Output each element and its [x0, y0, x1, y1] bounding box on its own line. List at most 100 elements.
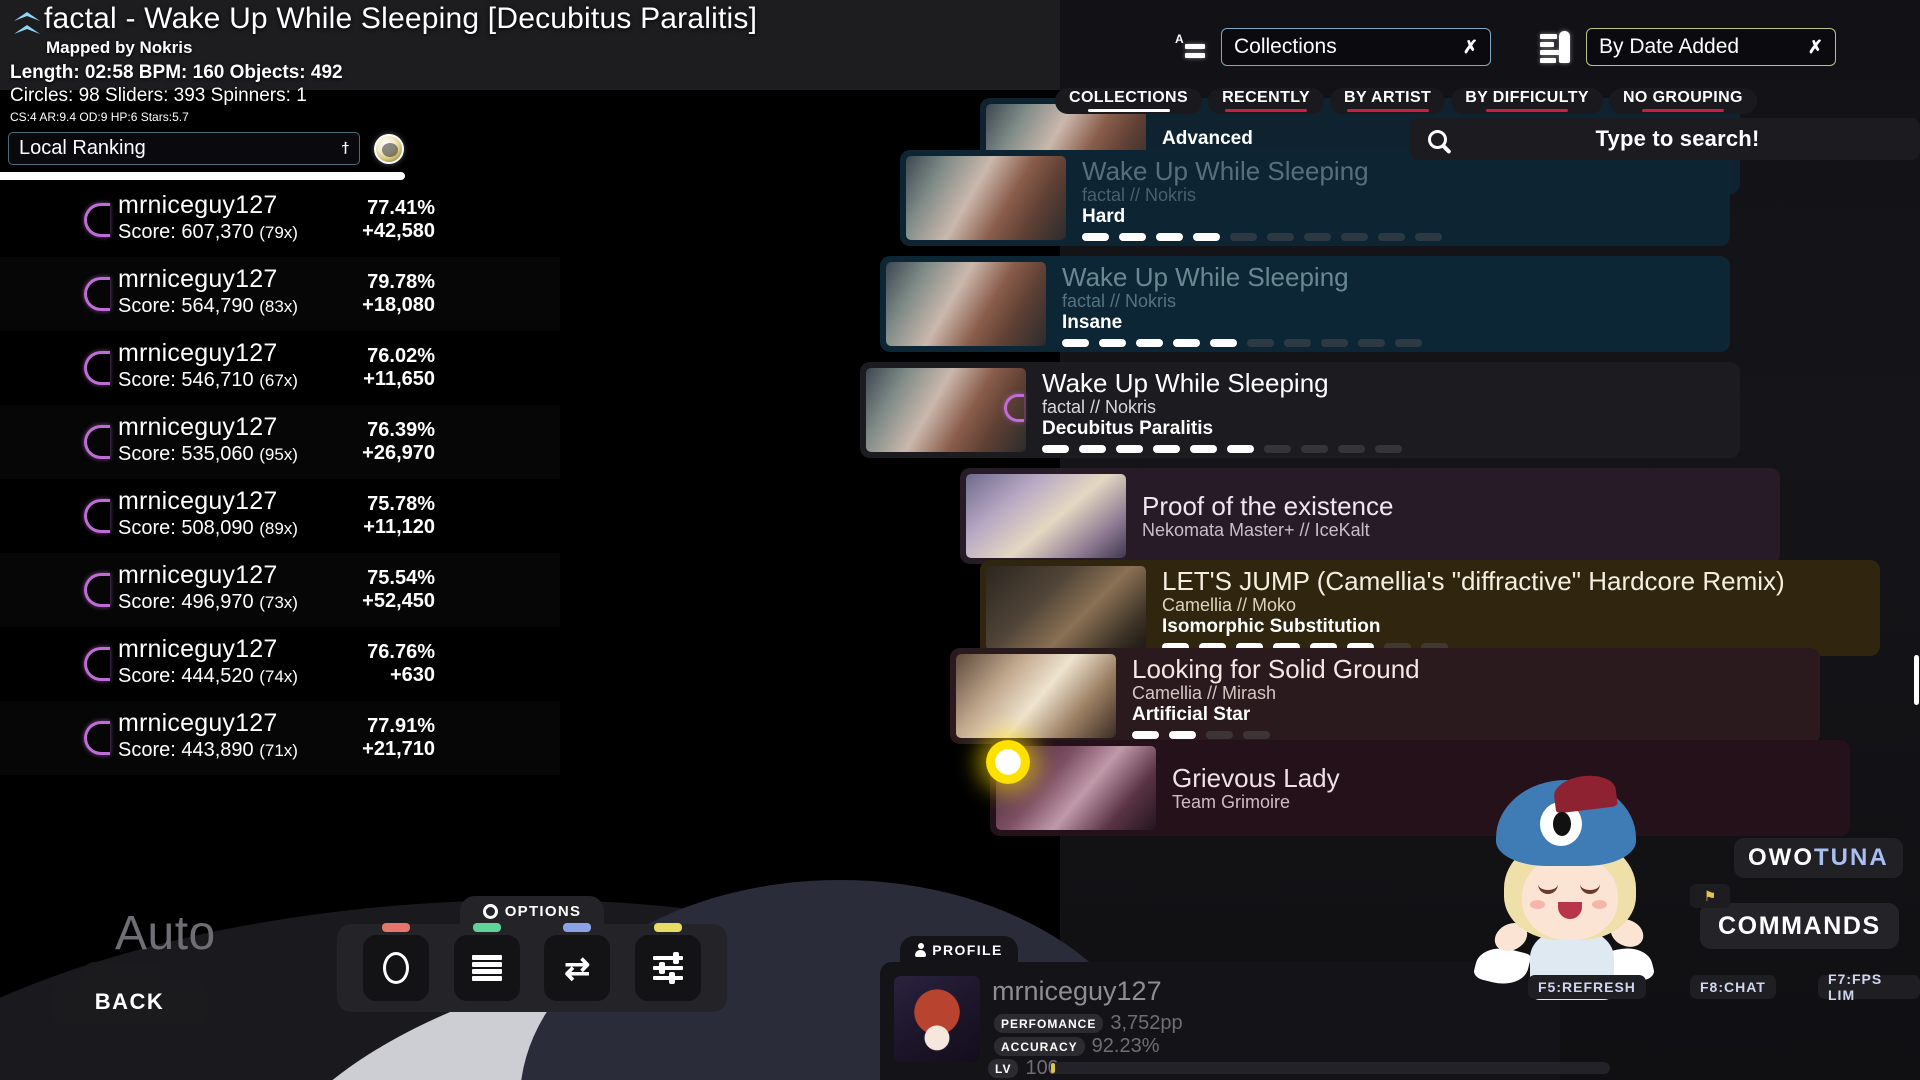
beatmap-artist: factal // Nokris: [1042, 396, 1157, 417]
carousel-item-selected[interactable]: Wake Up While Sleeping factal // Nokris De…: [860, 362, 1740, 458]
grade-icon: [84, 721, 110, 755]
fkey-refresh[interactable]: F5:REFRESH: [1528, 975, 1646, 999]
shuffle-button[interactable]: ⇄: [544, 923, 611, 1001]
score-player: mrniceguy127: [118, 265, 278, 293]
beatmap-title: Wake Up While Sleeping: [1042, 367, 1329, 398]
carousel-item[interactable]: Grievous Lady Team Grimoire: [990, 740, 1850, 836]
sliders-button[interactable]: [634, 923, 701, 1001]
score-accuracy: 77.41%: [367, 197, 435, 219]
score-player: mrniceguy127: [118, 561, 278, 589]
sort-alpha-icon: A: [1175, 31, 1209, 63]
carousel-item[interactable]: Wake Up While Sleeping factal // Nokris In…: [880, 256, 1730, 352]
mods-button[interactable]: [363, 923, 430, 1001]
carousel-item[interactable]: LET'S JUMP (Camellia's "diffractive" Har…: [980, 560, 1880, 656]
auto-watermark: Auto: [115, 907, 216, 960]
score-row[interactable]: mrniceguy127 Score: 508,090 (89x) 75.78% +1…: [0, 479, 560, 553]
level-label: LV: [988, 1059, 1019, 1078]
grade-icon: [1004, 393, 1024, 422]
score-row[interactable]: mrniceguy127 Score: 444,520 (74x) 76.76% +6…: [0, 627, 560, 701]
score-value: Score: 444,520 (74x): [118, 665, 298, 687]
beatmap-thumbnail: [886, 262, 1046, 346]
score-row[interactable]: mrniceguy127 Score: 496,970 (73x) 75.54% +5…: [0, 553, 560, 627]
beatmap-meta: LET'S JUMP (Camellia's "diffractive" Har…: [1162, 566, 1785, 651]
random-button[interactable]: [453, 923, 520, 1001]
back-button-label: BACK: [94, 989, 165, 1014]
chevron-down-icon: ✗: [1807, 36, 1823, 57]
options-dock-label: OPTIONS: [504, 902, 582, 920]
score-player: mrniceguy127: [118, 191, 278, 219]
carousel-item[interactable]: Proof of the existence Nekomata Master+ /…: [960, 468, 1780, 564]
score-row[interactable]: mrniceguy127 Score: 443,890 (71x) 77.91% +2…: [0, 701, 560, 775]
accuracy-value: 92.23%: [1091, 1035, 1160, 1057]
grade-icon: [84, 499, 110, 533]
sort-bars-icon: [1540, 31, 1574, 63]
owotuna-brand-first: OWO: [1748, 844, 1814, 871]
score-row[interactable]: mrniceguy127 Score: 546,710 (67x) 76.02% +1…: [0, 331, 560, 405]
carousel-item[interactable]: Looking for Solid Ground Camellia // Mira…: [950, 648, 1820, 744]
beatmap-artist: Camellia // Mirash: [1132, 682, 1277, 703]
sliders-pip: [653, 923, 682, 932]
score-row[interactable]: mrniceguy127 Score: 607,370 (79x) 77.41% +4…: [0, 183, 560, 257]
score-value: Score: 564,790 (83x): [118, 295, 298, 317]
score-row[interactable]: mrniceguy127 Score: 564,790 (83x) 79.78% +1…: [0, 257, 560, 331]
collapse-chevron-icon[interactable]: [10, 8, 44, 44]
beatmap-meta: Proof of the existence Nekomata Master+ /…: [1142, 491, 1393, 541]
fkey-chat[interactable]: F8:CHAT: [1690, 975, 1776, 999]
beatmap-artist: factal // Nokris: [1062, 290, 1177, 311]
mapper-label: Mapped by Nokris: [46, 38, 193, 57]
accuracy-label: ACCURACY: [994, 1037, 1085, 1056]
group-by-value: Collections: [1234, 35, 1337, 58]
beatmap-difficulty: Hard: [1082, 205, 1126, 227]
owotuna-brand-second: TUNA: [1814, 844, 1889, 871]
beatmap-info-header: factal - Wake Up While Sleeping [Decubit…: [0, 0, 900, 125]
score-player: mrniceguy127: [118, 339, 278, 367]
commands-button[interactable]: COMMANDS: [1700, 903, 1899, 949]
search-input[interactable]: Type to search!: [1453, 126, 1902, 152]
score-delta: +18,080: [362, 294, 435, 316]
score-accuracy: 76.39%: [367, 419, 435, 441]
options-dock[interactable]: OPTIONS ⇄: [337, 896, 727, 1012]
score-row[interactable]: mrniceguy127 Score: 535,060 (95x) 76.39% +2…: [0, 405, 560, 479]
beatmap-meta: Looking for Solid Ground Camellia // Mira…: [1132, 654, 1420, 739]
chevron-down-icon: ϯ: [342, 138, 349, 158]
profile-tab-label: PROFILE: [932, 942, 1003, 958]
ranking-mode-value: Local Ranking: [19, 137, 146, 159]
mascot-avatar: [1450, 772, 1680, 1000]
options-dock-tab[interactable]: OPTIONS: [460, 896, 604, 926]
score-delta: +630: [389, 664, 435, 686]
carousel-item[interactable]: Wake Up While Sleeping factal // Nokris Ha…: [900, 150, 1730, 246]
mods-pip: [382, 923, 411, 932]
beatmap-title: LET'S JUMP (Camellia's "diffractive" Har…: [1162, 565, 1785, 596]
back-button[interactable]: BACK: [52, 962, 207, 1024]
ranking-mode-select[interactable]: Local Ranking ϯ: [8, 132, 360, 165]
sort-by-select[interactable]: By Date Added ✗: [1586, 28, 1836, 66]
map-stats-detail: CS:4 AR:9.4 OD:9 HP:6 Stars:5.7: [10, 110, 189, 124]
score-accuracy: 77.91%: [367, 715, 435, 737]
profile-tab[interactable]: PROFILE: [900, 936, 1018, 964]
group-by-select[interactable]: Collections ✗: [1221, 28, 1491, 66]
beatmap-difficulty: Isomorphic Substitution: [1162, 615, 1381, 637]
grade-icon: [84, 425, 110, 459]
score-delta: +26,970: [362, 442, 435, 464]
difficulty-stars: [1042, 444, 1402, 453]
fkey-fpslim[interactable]: F7:FPS LIM: [1818, 971, 1920, 1003]
beatmap-thumbnail: [906, 156, 1066, 240]
beatmap-title: Looking for Solid Ground: [1132, 653, 1420, 684]
beatmap-thumbnail: [866, 368, 1026, 452]
cursor-dot-icon: [986, 740, 1030, 784]
gamemode-orb-icon[interactable]: [374, 134, 404, 164]
score-accuracy: 76.76%: [367, 641, 435, 663]
local-score-list[interactable]: mrniceguy127 Score: 607,370 (79x) 77.41% +4…: [0, 183, 560, 775]
carousel-scrollbar[interactable]: [1914, 655, 1919, 705]
beatmap-meta: Wake Up While Sleeping factal // Nokris De…: [1004, 367, 1402, 453]
gear-icon: [482, 903, 498, 919]
score-value: Score: 496,970 (73x): [118, 591, 298, 613]
search-bar[interactable]: Type to search!: [1410, 118, 1920, 160]
grade-icon: [84, 351, 110, 385]
score-value: Score: 443,890 (71x): [118, 739, 298, 761]
score-accuracy: 75.54%: [367, 567, 435, 589]
score-player: mrniceguy127: [118, 635, 278, 663]
beatmap-meta: Grievous Lady Team Grimoire: [1172, 763, 1340, 813]
beatmap-meta: Wake Up While Sleeping factal // Nokris Ha…: [1082, 156, 1442, 241]
avatar[interactable]: [894, 976, 980, 1062]
